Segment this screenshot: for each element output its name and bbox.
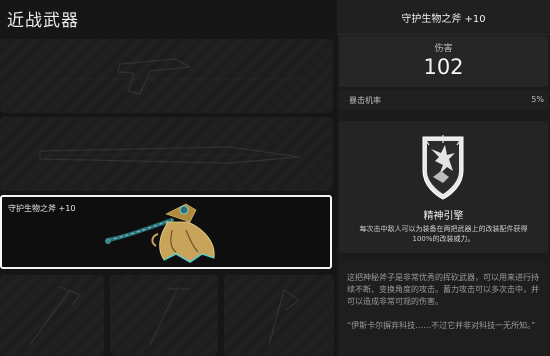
- guardian-axe-icon: [105, 203, 215, 263]
- weapon-description-box: 这把神秘斧子是非常优秀的挥砍武器，可以用来进行持续不断、变换角度的攻击。蓄力攻击…: [339, 262, 548, 356]
- crit-label: 暴击机率: [349, 96, 381, 105]
- weapon-silhouette-icon: [39, 146, 301, 164]
- weapon-name: 守护生物之斧 +10: [401, 14, 486, 25]
- weapon-inventory-screen: 近战武器 守护生物之斧 +10 守护生物之斧 +10 伤害 102 暴击机率 5…: [0, 0, 550, 356]
- damage-stat: 伤害 102: [339, 36, 548, 87]
- detail-header: 守护生物之斧 +10: [337, 0, 550, 35]
- weapon-perk-card: 精神引擎 每次击中敌人可以为装备在两把武器上的改装配件获得100%的改装威力。: [339, 121, 548, 253]
- spirit-engine-icon: [422, 135, 464, 200]
- weapon-description: 这把神秘斧子是非常优秀的挥砍武器，可以用来进行持续不断、变换角度的攻击。蓄力攻击…: [347, 273, 539, 306]
- weapon-list-panel: 近战武器 守护生物之斧 +10: [0, 0, 336, 356]
- page-title: 近战武器: [7, 11, 79, 31]
- weapon-slot-2[interactable]: [0, 117, 333, 191]
- crit-stat-row: 暴击机率 5%: [339, 90, 548, 110]
- weapon-silhouette-icon: [29, 286, 81, 346]
- weapon-slot-4[interactable]: [0, 275, 104, 356]
- perk-description: 每次击中敌人可以为装备在两把武器上的改装配件获得100%的改装威力。: [359, 225, 528, 243]
- weapon-detail-panel: 守护生物之斧 +10 伤害 102 暴击机率 5% 精神引擎 每次击中敌人可以为…: [337, 0, 550, 356]
- weapon-quote: “伊斯卡尔摒弃科技……不过它并非对科技一无所知。”: [347, 321, 536, 330]
- perk-name: 精神引擎: [423, 211, 464, 222]
- selected-weapon-name: 守护生物之斧 +10: [8, 204, 76, 213]
- weapon-silhouette-icon: [268, 289, 301, 346]
- weapon-slot-6[interactable]: [224, 275, 334, 356]
- crit-value: 5%: [531, 95, 544, 104]
- weapon-silhouette-icon: [149, 286, 190, 346]
- damage-label: 伤害: [434, 44, 453, 54]
- weapon-slot-5[interactable]: [110, 275, 218, 356]
- weapon-silhouette-icon: [60, 58, 300, 95]
- weapon-slot-1[interactable]: [0, 39, 333, 113]
- damage-value: 102: [423, 55, 464, 79]
- weapon-slot-selected[interactable]: 守护生物之斧 +10: [0, 195, 332, 269]
